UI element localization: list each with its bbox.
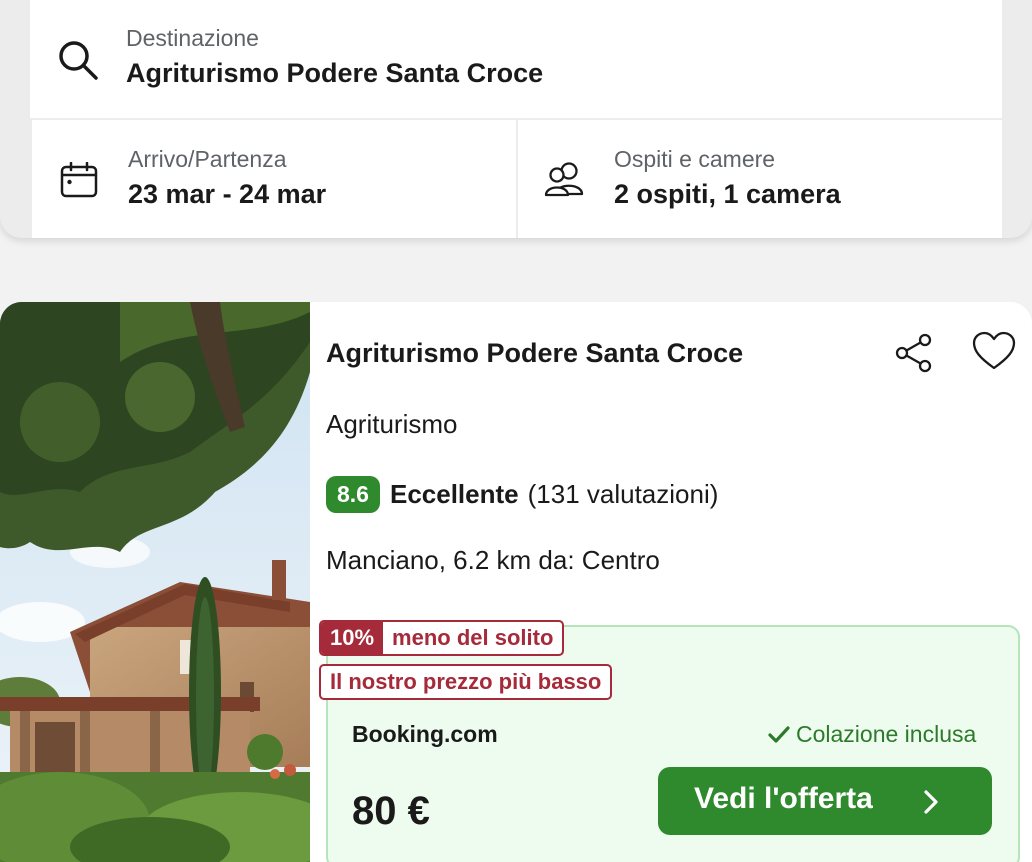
lowest-price-tag: Il nostro prezzo più basso [319, 664, 613, 700]
discount-text: meno del solito [392, 625, 554, 650]
destination-field[interactable]: Destinazione Agriturismo Podere Santa Cr… [30, 0, 1002, 118]
destination-value: Agriturismo Podere Santa Croce [126, 58, 544, 88]
share-icon [895, 333, 932, 373]
rating-word: Eccellente [389, 479, 519, 509]
chevron-right-icon [922, 788, 940, 821]
share-button[interactable] [892, 330, 938, 376]
hotel-photo[interactable] [0, 302, 310, 862]
dates-label: Arrivo/Partenza [128, 146, 287, 172]
hotel-type: Agriturismo [326, 409, 458, 439]
score-badge: 8.6 [326, 476, 380, 513]
view-offer-label: Vedi l'offerta [694, 782, 873, 815]
calendar-icon [60, 161, 98, 203]
hotel-info: Agriturismo Podere Santa Croce Agrituris… [310, 302, 1032, 862]
guests-label: Ospiti e camere [614, 146, 776, 172]
search-icon [56, 38, 100, 87]
view-offer-button[interactable]: Vedi l'offerta [658, 767, 992, 835]
search-panel: Destinazione Agriturismo Podere Santa Cr… [0, 0, 1032, 238]
provider-name: Booking.com [352, 721, 498, 747]
discount-tag: 10% meno del solito [319, 620, 565, 656]
location-text: Manciano, 6.2 km da: Centro [326, 545, 660, 575]
discount-percent: 10% [321, 622, 384, 654]
heart-icon [972, 331, 1016, 370]
hotel-name[interactable]: Agriturismo Podere Santa Croce [326, 338, 743, 369]
breakfast-text: Colazione inclusa [796, 721, 977, 747]
hotel-card[interactable]: Agriturismo Podere Santa Croce Agrituris… [0, 302, 1032, 862]
breakfast-info: Colazione inclusa [768, 721, 976, 748]
checkmark-icon [768, 725, 790, 743]
rating-count: (131 valutazioni) [527, 479, 719, 509]
destination-label: Destinazione [126, 25, 259, 51]
dates-field[interactable]: Arrivo/Partenza 23 mar - 24 mar [32, 120, 516, 238]
price: 80 € [352, 789, 430, 833]
guests-field[interactable]: Ospiti e camere 2 ospiti, 1 camera [518, 120, 1002, 238]
people-icon [544, 161, 588, 202]
favorite-button[interactable] [970, 328, 1018, 376]
guests-value: 2 ospiti, 1 camera [614, 179, 841, 209]
rating-row: 8.6 Eccellente (131 valutazioni) [326, 476, 718, 513]
dates-value: 23 mar - 24 mar [128, 179, 327, 209]
